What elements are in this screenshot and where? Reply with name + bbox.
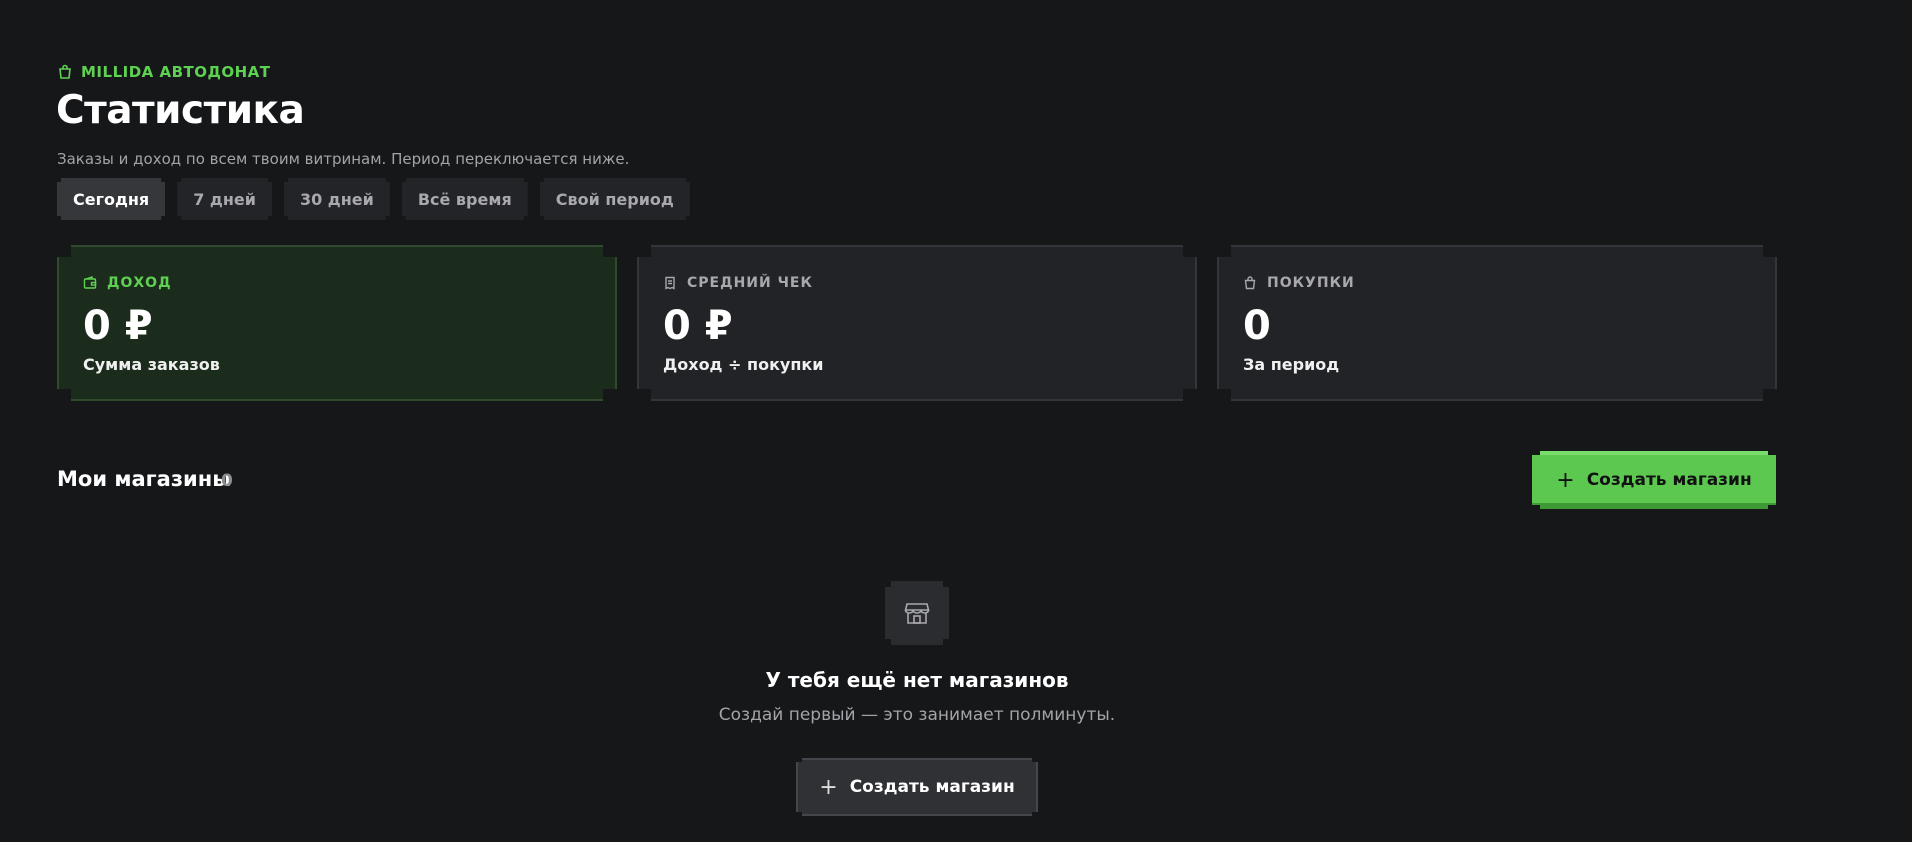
- period-custom-button[interactable]: Свой период: [540, 178, 690, 220]
- stat-card-purchases: ПОКУПКИ 0 За период: [1217, 245, 1777, 401]
- stat-value: 0 ₽: [83, 303, 153, 349]
- create-first-shop-button[interactable]: + Создать магазин: [796, 758, 1038, 816]
- wallet-icon: [83, 276, 97, 290]
- plus-icon: +: [1556, 467, 1575, 493]
- stat-caption: Доход ÷ покупки: [663, 355, 824, 374]
- stat-card-average-check: СРЕДНИЙ ЧЕК 0 ₽ Доход ÷ покупки: [637, 245, 1197, 401]
- store-icon: [903, 599, 931, 627]
- brand-label: MILLIDA АВТОДОНАТ: [81, 63, 271, 81]
- period-today-button[interactable]: Сегодня: [57, 178, 165, 220]
- stat-caption: Сумма заказов: [83, 355, 220, 374]
- period-switcher: Сегодня 7 дней 30 дней Всё время Свой пе…: [57, 178, 690, 220]
- create-shop-button[interactable]: + Создать магазин: [1532, 451, 1776, 509]
- stat-value: 0 ₽: [663, 303, 733, 349]
- shopping-bag-icon: [1243, 276, 1257, 290]
- stat-label: СРЕДНИЙ ЧЕК: [663, 275, 813, 291]
- receipt-icon: [663, 276, 677, 290]
- empty-state-text: Создай первый — это занимает полминуты.: [718, 705, 1116, 725]
- stat-label: ДОХОД: [83, 275, 172, 291]
- stat-caption: За период: [1243, 355, 1340, 374]
- statistics-page: MILLIDA АВТОДОНАТ Статистика Заказы и до…: [0, 0, 1912, 842]
- period-30-days-button[interactable]: 30 дней: [284, 178, 390, 220]
- period-7-days-button[interactable]: 7 дней: [177, 178, 272, 220]
- brand: MILLIDA АВТОДОНАТ: [57, 63, 271, 81]
- create-shop-label: Создать магазин: [1586, 470, 1752, 490]
- shops-section-title: Мои магазины: [57, 467, 232, 491]
- empty-state-icon-box: [885, 581, 949, 645]
- stat-card-income: ДОХОД 0 ₽ Сумма заказов: [57, 245, 617, 401]
- create-first-shop-label: Создать магазин: [849, 777, 1015, 797]
- stat-value: 0: [1243, 303, 1271, 349]
- page-title: Статистика: [56, 88, 305, 133]
- shops-count: 0: [221, 471, 233, 491]
- page-subtitle: Заказы и доход по всем твоим витринам. П…: [57, 150, 630, 168]
- stat-label: ПОКУПКИ: [1243, 275, 1355, 291]
- period-all-time-button[interactable]: Всё время: [402, 178, 528, 220]
- empty-state-title: У тебя ещё нет магазинов: [765, 668, 1069, 692]
- shopping-bag-icon: [59, 64, 71, 79]
- plus-icon: +: [819, 774, 838, 800]
